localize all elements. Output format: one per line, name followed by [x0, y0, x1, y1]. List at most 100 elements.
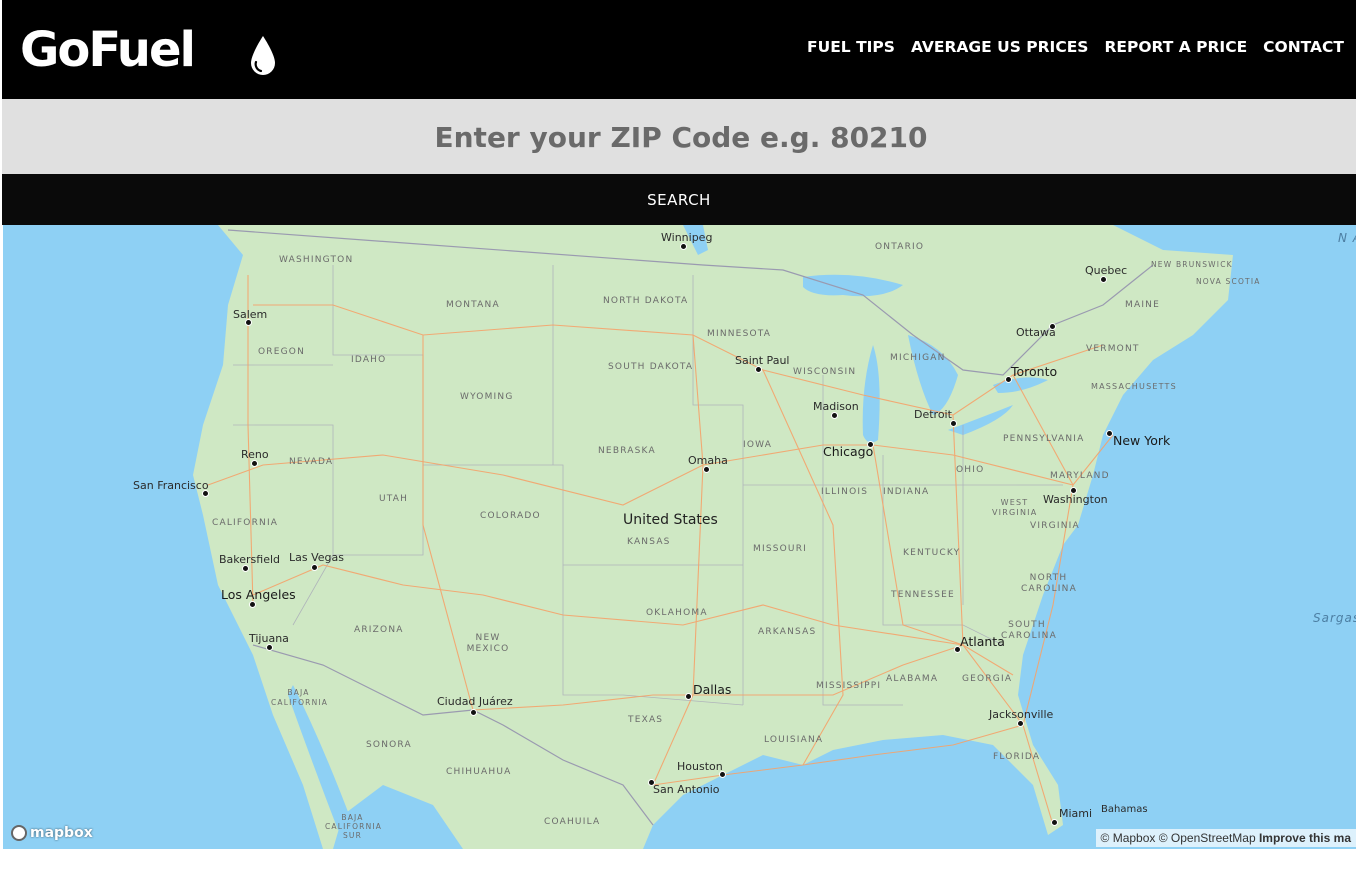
state-label: ALABAMA — [886, 674, 939, 684]
city-label: Saint Paul — [735, 354, 790, 367]
map-view[interactable]: N At O Sargas Sea United States WASHINGT… — [3, 225, 1356, 849]
state-label: TEXAS — [628, 715, 664, 725]
state-label: UTAH — [379, 494, 409, 504]
state-label: PENNSYLVANIA — [1003, 434, 1085, 444]
country-label-us: United States — [623, 512, 718, 528]
mapbox-icon — [11, 825, 27, 841]
city-dot — [311, 564, 318, 571]
state-label: OREGON — [258, 347, 306, 357]
city-dot — [680, 243, 687, 250]
state-label: WYOMING — [460, 392, 514, 402]
nav-report-a-price[interactable]: REPORT A PRICE — [1104, 38, 1247, 56]
city-dot — [1100, 276, 1107, 283]
nav-average-us-prices[interactable]: AVERAGE US PRICES — [911, 38, 1089, 56]
city-label: Winnipeg — [661, 231, 713, 244]
map-attribution: © Mapbox © OpenStreetMap Improve this ma — [1095, 829, 1356, 847]
city-label: Quebec — [1085, 264, 1128, 277]
state-label: MINNESOTA — [707, 329, 772, 339]
city-dot — [242, 565, 249, 572]
city-label: Las Vegas — [289, 551, 344, 564]
city-label: Reno — [241, 448, 269, 461]
state-label: ONTARIO — [875, 242, 925, 252]
city-dot — [1017, 720, 1024, 727]
state-label: GEORGIA — [962, 674, 1013, 684]
state-label: MISSISSIPPI — [816, 681, 882, 691]
city-label: Bahamas — [1101, 804, 1148, 815]
state-label: ILLINOIS — [821, 487, 869, 497]
state-label: IOWA — [743, 440, 773, 450]
state-label: VIRGINIA — [1030, 521, 1080, 531]
state-label: INDIANA — [883, 487, 930, 497]
state-label: NEW BRUNSWICK — [1151, 260, 1233, 269]
gofuel-logo[interactable]: GoFuel — [20, 22, 196, 78]
city-label: San Francisco — [133, 479, 209, 492]
city-dot — [703, 466, 710, 473]
city-label: Salem — [233, 308, 268, 321]
city-dot — [249, 601, 256, 608]
state-label: OHIO — [956, 465, 985, 475]
header-bar: GoFuel FUEL TIPS AVERAGE US PRICES REPOR… — [2, 0, 1356, 99]
state-label: NEW MEXICO — [466, 633, 510, 654]
city-label: Miami — [1059, 807, 1093, 820]
city-label: Omaha — [688, 454, 728, 467]
state-label: OKLAHOMA — [646, 608, 708, 618]
mapbox-logo-text: mapbox — [30, 825, 93, 841]
city-label: Houston — [677, 760, 723, 773]
state-label: MASSACHUSETTS — [1091, 382, 1177, 391]
city-label: Dallas — [693, 682, 732, 697]
state-label: NEBRASKA — [598, 446, 656, 456]
state-label: ARIZONA — [354, 625, 404, 635]
city-label: Ciudad Juárez — [437, 695, 513, 708]
search-button[interactable]: SEARCH — [2, 174, 1356, 225]
city-dot — [266, 644, 273, 651]
city-dot — [755, 366, 762, 373]
state-label: MARYLAND — [1050, 471, 1110, 481]
state-label: WASHINGTON — [279, 255, 354, 265]
state-label: KANSAS — [627, 537, 671, 547]
city-label: Atlanta — [960, 634, 1005, 649]
city-label: Tijuana — [249, 632, 289, 645]
city-dot — [1051, 819, 1058, 826]
state-label: SONORA — [366, 740, 412, 750]
state-label: BAJA CALIFORNIA SUR — [325, 813, 383, 840]
city-dot — [950, 420, 957, 427]
state-label: KENTUCKY — [903, 548, 961, 558]
state-label: CHIHUAHUA — [446, 767, 512, 777]
city-dot — [1106, 430, 1113, 437]
state-label: MONTANA — [446, 300, 500, 310]
zip-input[interactable] — [2, 99, 1356, 176]
state-label: BAJA CALIFORNIA — [271, 688, 329, 707]
ocean-label-atlantic: N At O — [1338, 231, 1356, 245]
state-label: LOUISIANA — [764, 735, 824, 745]
state-label: VERMONT — [1086, 344, 1140, 354]
attribution-text[interactable]: © Mapbox © OpenStreetMap — [1101, 831, 1256, 845]
north-america-landmass — [193, 225, 1233, 849]
city-label: Chicago — [823, 444, 874, 459]
city-label: Ottawa — [1016, 326, 1056, 339]
state-label: MAINE — [1125, 300, 1160, 310]
mapbox-logo[interactable]: mapbox — [11, 825, 93, 841]
zip-bar — [2, 99, 1356, 176]
main-nav: FUEL TIPS AVERAGE US PRICES REPORT A PRI… — [807, 38, 1344, 56]
city-label: Detroit — [914, 408, 952, 421]
state-label: WEST VIRGINIA — [992, 498, 1038, 517]
city-label: Los Angeles — [221, 587, 296, 602]
state-label: IDAHO — [351, 355, 387, 365]
city-dot — [685, 693, 692, 700]
state-label: COLORADO — [480, 511, 541, 521]
state-label: SOUTH DAKOTA — [608, 362, 694, 372]
city-label: Washington — [1043, 493, 1108, 506]
nav-contact[interactable]: CONTACT — [1263, 38, 1344, 56]
state-label: COAHUILA — [544, 817, 601, 827]
city-dot — [470, 709, 477, 716]
state-label: ARKANSAS — [758, 627, 817, 637]
state-label: CALIFORNIA — [212, 518, 279, 528]
state-label: WISCONSIN — [793, 367, 857, 377]
nav-fuel-tips[interactable]: FUEL TIPS — [807, 38, 895, 56]
state-label: TENNESSEE — [891, 590, 955, 600]
improve-map-link[interactable]: Improve this ma — [1259, 831, 1351, 845]
city-label: Toronto — [1011, 364, 1058, 379]
city-dot — [831, 412, 838, 419]
state-label: FLORIDA — [993, 752, 1041, 762]
city-dot — [251, 460, 258, 467]
